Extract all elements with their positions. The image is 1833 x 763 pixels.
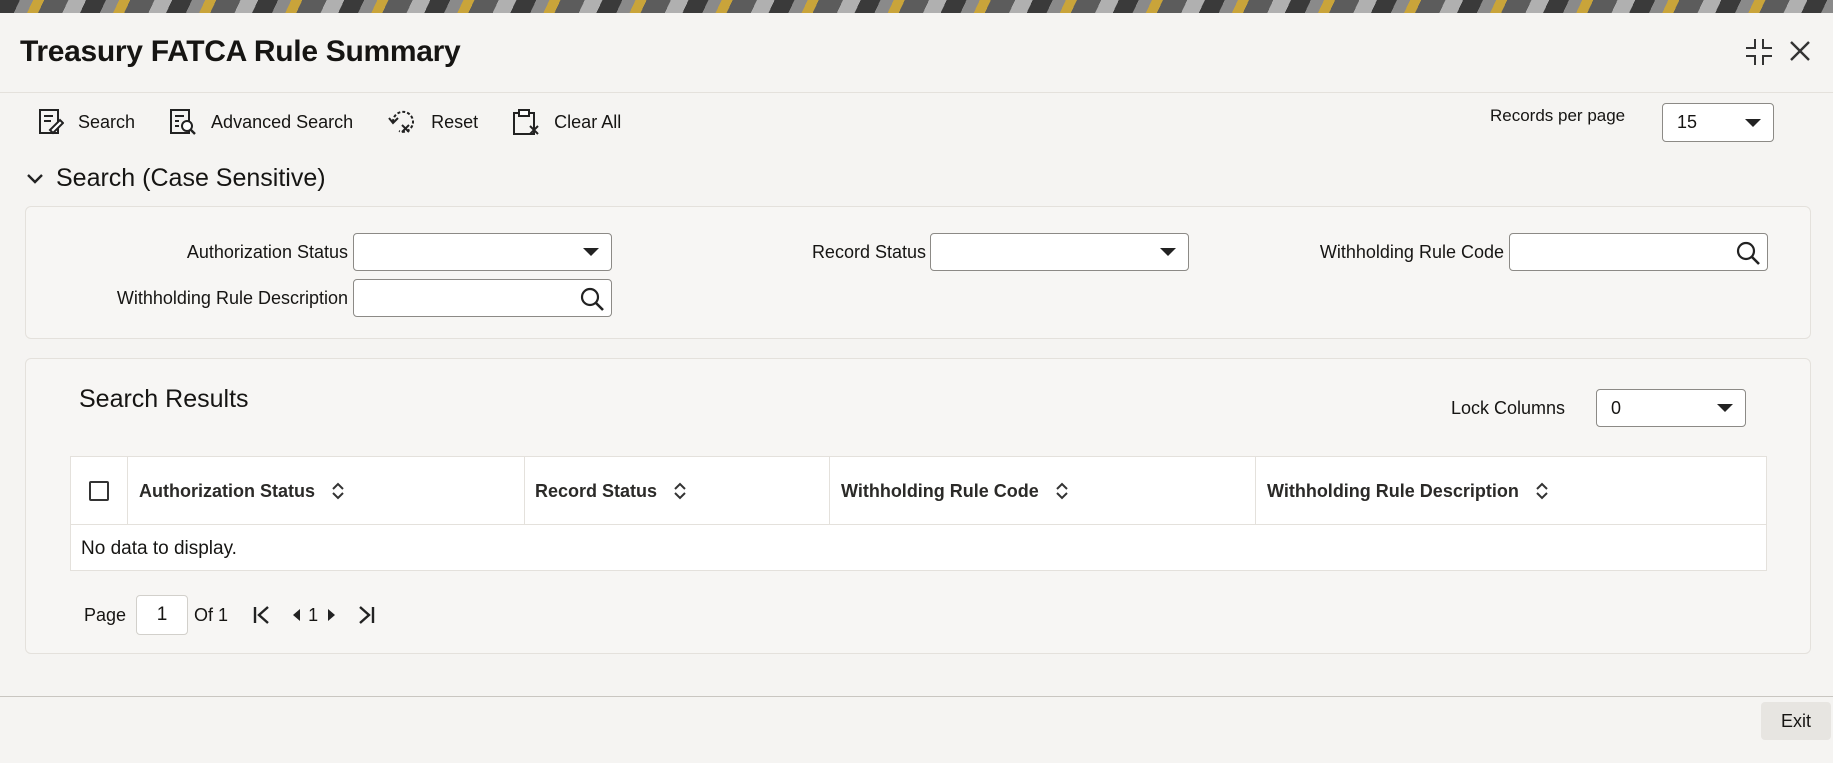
records-per-page-select[interactable]: 15	[1662, 103, 1774, 142]
search-section-toggle[interactable]: Search (Case Sensitive)	[24, 164, 326, 193]
chevron-down-icon	[1717, 404, 1733, 412]
previous-page-icon[interactable]	[290, 607, 302, 623]
search-section-title: Search (Case Sensitive)	[56, 164, 326, 192]
search-button-label: Search	[78, 111, 136, 132]
sort-icon[interactable]	[1535, 481, 1549, 501]
authorization-status-select[interactable]	[353, 233, 612, 271]
current-page-indicator: 1	[308, 604, 319, 625]
chevron-down-icon	[583, 248, 599, 256]
lock-columns-select[interactable]: 0	[1596, 389, 1746, 427]
column-header-label: Withholding Rule Description	[1267, 480, 1519, 501]
empty-table-message: No data to display.	[81, 538, 237, 559]
chevron-down-icon	[1160, 248, 1176, 256]
reset-button[interactable]: Reset	[387, 108, 478, 136]
top-decorative-strip	[0, 0, 1833, 13]
clear-all-button[interactable]: Clear All	[512, 108, 621, 136]
page-of-label: Of 1	[194, 604, 229, 625]
withholding-rule-description-label: Withholding Rule Description	[116, 288, 348, 308]
header: Treasury FATCA Rule Summary	[0, 13, 1833, 93]
search-icon[interactable]	[579, 286, 605, 312]
search-results-title: Search Results	[79, 385, 249, 413]
exit-button-label: Exit	[1780, 710, 1811, 731]
next-page-icon[interactable]	[326, 607, 338, 623]
advanced-search-icon	[170, 109, 196, 135]
page-label: Page	[84, 604, 127, 625]
page-number-input[interactable]: 1	[136, 595, 189, 635]
search-button[interactable]: Search	[38, 108, 135, 136]
sort-icon[interactable]	[331, 481, 345, 501]
column-header-label: Withholding Rule Code	[841, 480, 1039, 501]
record-status-label: Record Status	[811, 242, 926, 262]
advanced-search-button[interactable]: Advanced Search	[169, 108, 353, 136]
reset-icon	[388, 110, 415, 133]
search-criteria-panel: Authorization Status Record Status Withh…	[25, 206, 1811, 339]
pagination: Page 1 Of 1 1	[84, 595, 376, 635]
select-all-checkbox[interactable]	[89, 481, 109, 501]
records-per-page-value: 15	[1677, 112, 1698, 132]
minimize-icon[interactable]	[1744, 37, 1774, 74]
lock-columns-value: 0	[1611, 397, 1622, 418]
column-header-withholding-rule-description[interactable]: Withholding Rule Description	[1255, 457, 1766, 525]
reset-button-label: Reset	[431, 111, 479, 132]
withholding-rule-code-label: Withholding Rule Code	[1319, 242, 1504, 262]
advanced-search-button-label: Advanced Search	[211, 111, 354, 132]
search-icon[interactable]	[1735, 240, 1761, 266]
chevron-down-icon	[1745, 118, 1761, 127]
column-header-withholding-rule-code[interactable]: Withholding Rule Code	[829, 457, 1255, 525]
authorization-status-label: Authorization Status	[186, 242, 348, 262]
table-header-row: Authorization Status Record Status Withh…	[71, 457, 1766, 525]
record-status-select[interactable]	[930, 233, 1189, 271]
withholding-rule-code-input[interactable]	[1509, 233, 1768, 271]
results-table: Authorization Status Record Status Withh…	[70, 456, 1767, 571]
close-icon[interactable]	[1786, 37, 1814, 72]
first-page-icon[interactable]	[252, 604, 272, 626]
exit-button[interactable]: Exit	[1761, 702, 1831, 740]
sort-icon[interactable]	[673, 481, 687, 501]
chevron-down-icon	[27, 173, 43, 184]
page-title: Treasury FATCA Rule Summary	[20, 35, 461, 68]
lock-columns-label: Lock Columns	[1451, 398, 1566, 418]
records-per-page-label: Records per page	[1490, 106, 1626, 125]
column-header-authorization-status[interactable]: Authorization Status	[127, 457, 524, 525]
sort-icon[interactable]	[1055, 481, 1069, 501]
last-page-icon[interactable]	[356, 604, 376, 626]
clear-all-button-label: Clear All	[554, 111, 622, 132]
footer-divider	[0, 696, 1833, 697]
column-header-record-status[interactable]: Record Status	[524, 457, 829, 525]
column-header-label: Record Status	[535, 480, 658, 501]
clear-all-icon	[513, 109, 539, 135]
column-header-label: Authorization Status	[139, 480, 315, 501]
search-form-icon	[39, 109, 64, 135]
page-number-value: 1	[156, 604, 168, 625]
toolbar: Search Advanced Search Reset Clear All	[38, 104, 655, 140]
withholding-rule-description-input[interactable]	[353, 279, 612, 317]
